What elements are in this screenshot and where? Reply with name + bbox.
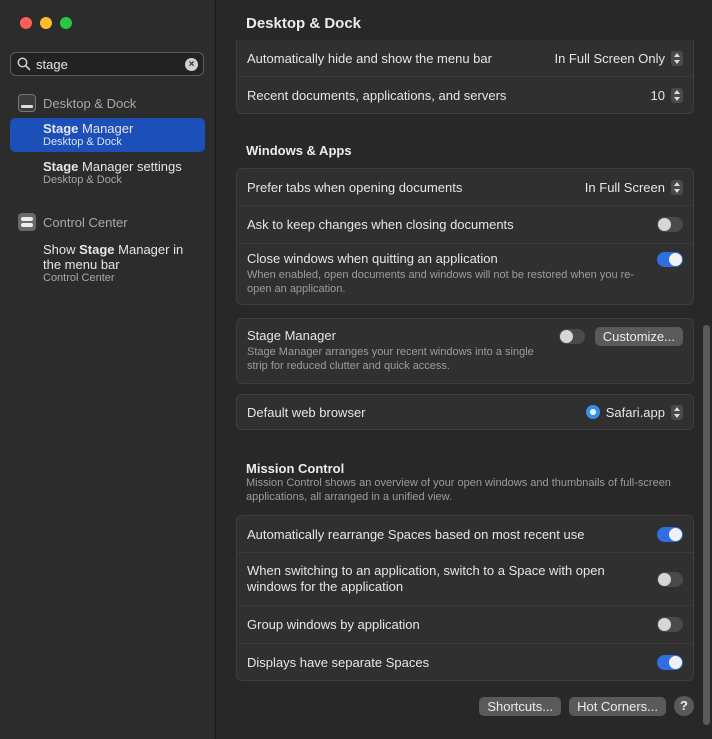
- control-center-icon: [18, 213, 36, 231]
- safari-icon: [585, 405, 600, 419]
- row-label: Automatically rearrange Spaces based on …: [247, 526, 585, 542]
- result-title: Stage Manager: [43, 121, 134, 136]
- popup-value: In Full Screen Only: [554, 50, 665, 66]
- windows-apps-heading: Windows & Apps: [246, 143, 352, 158]
- footer-buttons: Shortcuts... Hot Corners... ?: [479, 696, 694, 716]
- row-label: Stage Manager: [247, 328, 336, 343]
- mission-control-heading: Mission Control: [246, 461, 345, 476]
- sidebar-group-desktop-dock: Desktop & Dock Stage Manager Desktop & D…: [10, 92, 205, 190]
- group-windows-toggle[interactable]: [657, 617, 683, 632]
- sidebar-group-title: Control Center: [43, 214, 128, 230]
- row-text: Stage Manager Stage Manager arranges you…: [247, 328, 537, 373]
- row-label: Default web browser: [247, 404, 366, 420]
- stage-manager-toggle[interactable]: [558, 329, 585, 344]
- search-icon: [17, 57, 31, 71]
- recent-items-row: Recent documents, applications, and serv…: [237, 77, 693, 113]
- row-label: When switching to an application, switch…: [247, 563, 605, 594]
- chevron-up-down-icon: [671, 50, 683, 66]
- clear-search-icon[interactable]: ×: [185, 58, 198, 71]
- row-description: When enabled, open documents and windows…: [247, 269, 635, 295]
- row-label: Group windows by application: [247, 617, 420, 632]
- sidebar-item-control-center[interactable]: Control Center: [10, 211, 205, 233]
- separate-spaces-row: Displays have separate Spaces: [237, 644, 693, 680]
- sidebar: × Desktop & Dock Stage Manager Desktop &…: [0, 0, 216, 739]
- stage-manager-controls: Customize...: [558, 327, 683, 346]
- row-text: Close windows when quitting an applicati…: [247, 251, 657, 296]
- settings-pane: Desktop & Dock Automatically hide and sh…: [216, 0, 712, 739]
- settings-window: × Desktop & Dock Stage Manager Desktop &…: [0, 0, 712, 739]
- stage-manager-row: Stage Manager Stage Manager arranges you…: [237, 319, 693, 383]
- stage-manager-card: Stage Manager Stage Manager arranges you…: [236, 318, 694, 384]
- row-description: Stage Manager arranges your recent windo…: [247, 346, 534, 372]
- row-label: Close windows when quitting an applicati…: [247, 251, 498, 266]
- row-label: Ask to keep changes when closing documen…: [247, 217, 514, 232]
- chevron-up-down-icon: [671, 87, 683, 103]
- default-browser-popup[interactable]: Safari.app: [585, 404, 683, 420]
- toggle-knob: [559, 330, 573, 343]
- popup-value: Safari.app: [605, 404, 665, 420]
- chevron-up-down-icon: [671, 404, 683, 420]
- auto-rearrange-spaces-toggle[interactable]: [657, 526, 683, 542]
- ask-keep-changes-row: Ask to keep changes when closing documen…: [237, 206, 693, 244]
- search-input[interactable]: [36, 55, 186, 73]
- sidebar-group-control-center: Control Center Show Stage Manager in the…: [10, 211, 205, 288]
- windows-apps-card: Prefer tabs when opening documents In Fu…: [236, 168, 694, 305]
- prefer-tabs-row: Prefer tabs when opening documents In Fu…: [237, 169, 693, 206]
- page-title: Desktop & Dock: [246, 15, 362, 32]
- popup-value: In Full Screen: [584, 179, 665, 195]
- sidebar-result-show-stage-manager-menu-bar[interactable]: Show Stage Manager in the menu bar Contr…: [10, 239, 205, 288]
- auto-hide-menu-bar-row: Automatically hide and show the menu bar…: [237, 40, 693, 77]
- search-field[interactable]: ×: [10, 52, 204, 76]
- minimize-window-button[interactable]: [40, 17, 52, 29]
- prefer-tabs-popup[interactable]: In Full Screen: [584, 179, 683, 195]
- shortcuts-button[interactable]: Shortcuts...: [479, 696, 562, 716]
- auto-hide-menu-bar-popup[interactable]: In Full Screen Only: [554, 50, 683, 66]
- result-title: Show Stage Manager in the menu bar: [43, 242, 184, 272]
- default-browser-row: Default web browser Safari.app: [237, 395, 693, 429]
- sidebar-result-stage-manager-settings[interactable]: Stage Manager settings Desktop & Dock: [10, 156, 205, 190]
- zoom-window-button[interactable]: [60, 17, 72, 29]
- toggle-knob: [669, 527, 682, 541]
- help-button[interactable]: ?: [674, 696, 694, 716]
- sidebar-item-desktop-dock[interactable]: Desktop & Dock: [10, 92, 205, 114]
- toggle-knob: [658, 218, 671, 231]
- toggle-knob: [658, 572, 671, 586]
- window-controls: [20, 17, 72, 29]
- menubar-settings-card: Automatically hide and show the menu bar…: [236, 40, 694, 114]
- switch-to-space-toggle[interactable]: [657, 571, 683, 587]
- hot-corners-button[interactable]: Hot Corners...: [569, 696, 666, 716]
- auto-rearrange-spaces-row: Automatically rearrange Spaces based on …: [237, 516, 693, 553]
- scrollbar-thumb[interactable]: [703, 325, 710, 725]
- switch-to-space-row: When switching to an application, switch…: [237, 553, 693, 606]
- group-windows-row: Group windows by application: [237, 606, 693, 644]
- result-subtitle: Desktop & Dock: [43, 174, 122, 186]
- ask-keep-changes-toggle[interactable]: [657, 217, 683, 232]
- close-window-button[interactable]: [20, 17, 32, 29]
- result-subtitle: Desktop & Dock: [43, 136, 122, 148]
- customize-button[interactable]: Customize...: [594, 327, 683, 346]
- sidebar-group-title: Desktop & Dock: [43, 95, 137, 111]
- row-label: Recent documents, applications, and serv…: [247, 87, 507, 103]
- popup-value: 10: [650, 87, 665, 103]
- toggle-knob: [669, 655, 682, 669]
- result-subtitle: Control Center: [43, 272, 115, 284]
- chevron-up-down-icon: [671, 179, 683, 195]
- row-label: Automatically hide and show the menu bar: [247, 50, 492, 66]
- row-label: Prefer tabs when opening documents: [247, 179, 463, 195]
- toggle-knob: [669, 253, 682, 266]
- close-windows-row: Close windows when quitting an applicati…: [237, 244, 693, 304]
- toggle-knob: [658, 618, 671, 631]
- result-title: Stage Manager settings: [43, 159, 182, 174]
- close-windows-toggle[interactable]: [657, 252, 683, 267]
- browser-card: Default web browser Safari.app: [236, 394, 694, 430]
- row-label: Displays have separate Spaces: [247, 654, 430, 670]
- separate-spaces-toggle[interactable]: [657, 654, 683, 670]
- mission-control-card: Automatically rearrange Spaces based on …: [236, 515, 694, 681]
- sidebar-result-stage-manager[interactable]: Stage Manager Desktop & Dock: [10, 118, 205, 152]
- recent-items-popup[interactable]: 10: [650, 87, 683, 103]
- dock-icon: [18, 94, 36, 112]
- mission-control-description: Mission Control shows an overview of you…: [246, 477, 671, 503]
